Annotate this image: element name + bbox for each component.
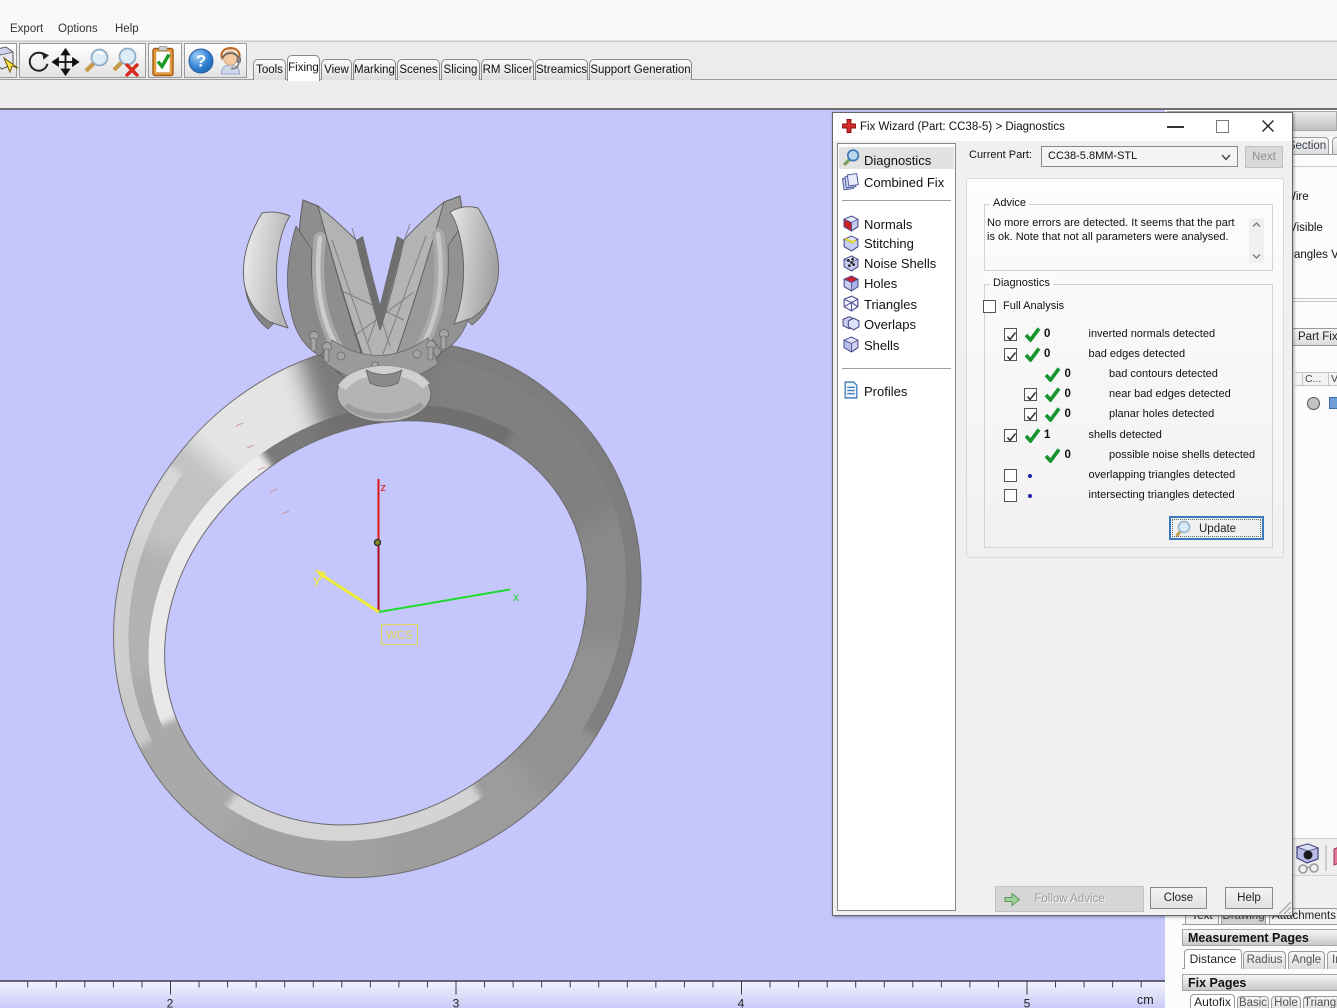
svg-text:z: z	[381, 482, 387, 494]
svg-text:cm: cm	[1137, 993, 1154, 1007]
svg-text:?: ?	[196, 52, 206, 71]
svg-text:2: 2	[167, 997, 174, 1008]
svg-text:x: x	[513, 592, 519, 604]
svg-text:y: y	[314, 575, 320, 587]
svg-text:5: 5	[1024, 997, 1031, 1008]
svg-text:4: 4	[738, 997, 745, 1008]
svg-text:3: 3	[453, 997, 460, 1008]
svg-text:WCS: WCS	[386, 630, 413, 642]
